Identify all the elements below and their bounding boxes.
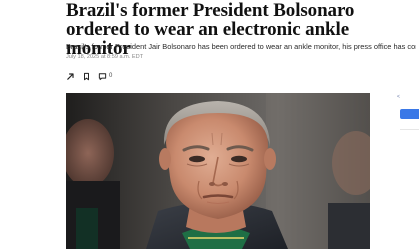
bookmark-icon — [82, 72, 91, 81]
rail-collapse-label[interactable]: < — [397, 94, 400, 100]
article-subheadline: Brazil's former President Jair Bolsonaro… — [66, 42, 416, 51]
article-lead-photo — [66, 93, 370, 249]
rail-action-button[interactable] — [400, 109, 419, 119]
article-page: Brazil's former President Bolsonaro orde… — [0, 0, 419, 249]
bookmark-button[interactable] — [82, 72, 91, 81]
share-icon — [66, 72, 75, 81]
comment-count: 0 — [109, 73, 113, 79]
article-timestamp: July 18, 2025 at 8:59 a.m. EDT — [66, 54, 144, 60]
bolsonaro-photo-image — [66, 93, 370, 249]
article-action-bar: 0 — [66, 70, 112, 82]
comments-button[interactable]: 0 — [98, 72, 112, 81]
right-rail: < — [394, 93, 419, 249]
rail-divider — [400, 129, 419, 130]
comment-icon — [98, 72, 107, 81]
share-button[interactable] — [66, 72, 75, 81]
